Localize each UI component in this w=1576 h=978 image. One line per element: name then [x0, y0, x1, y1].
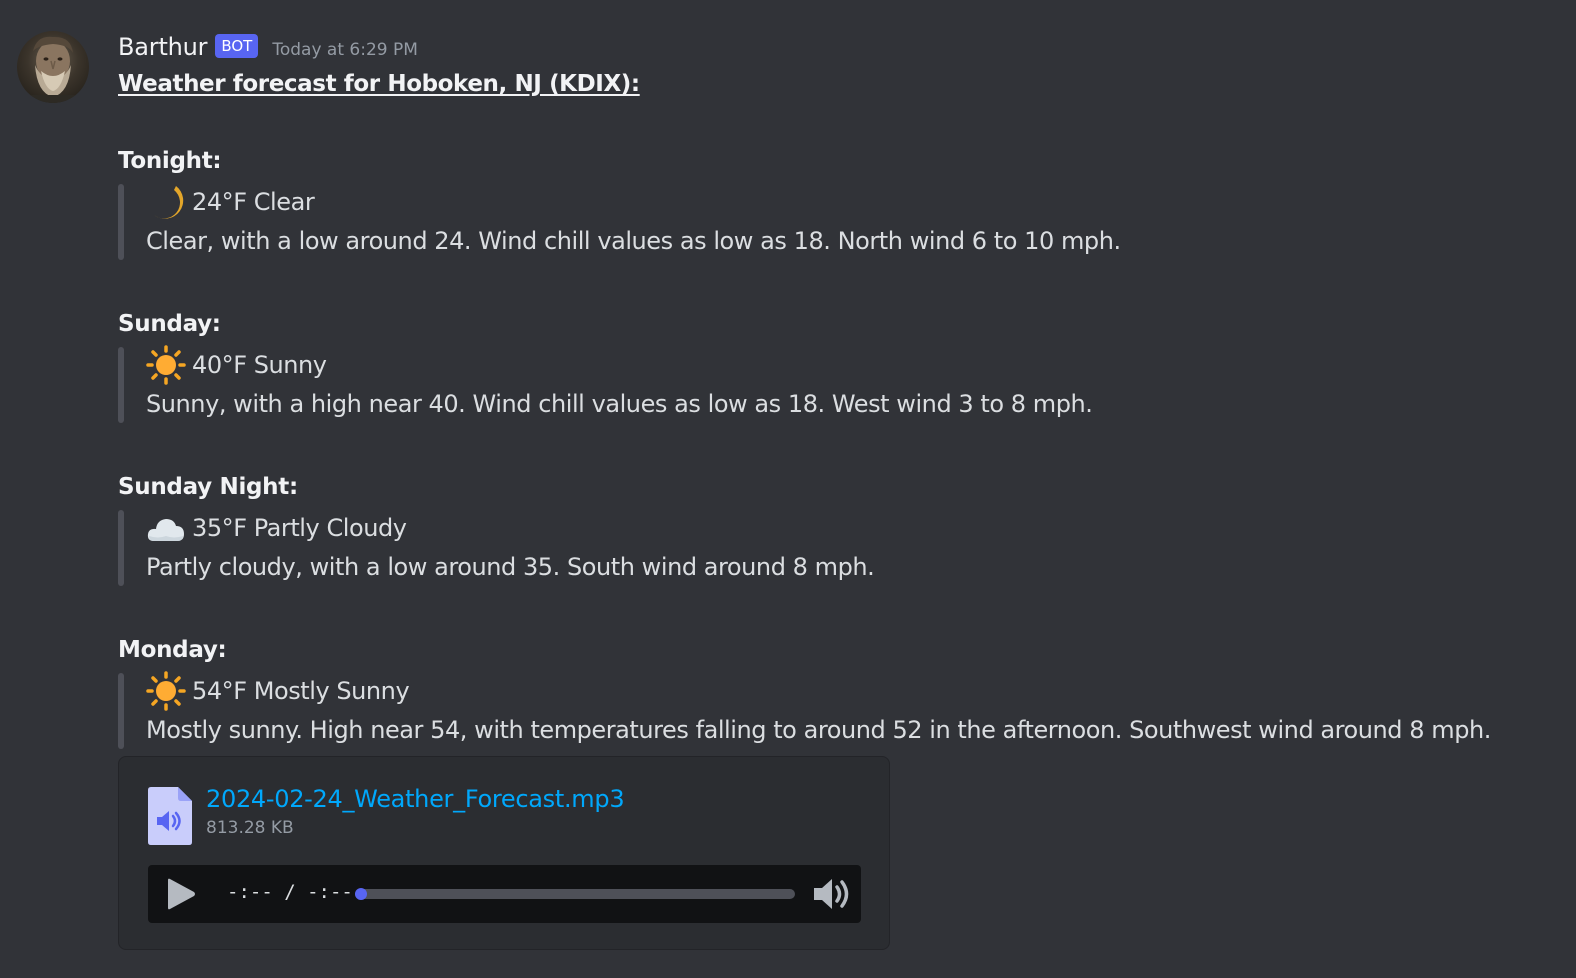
chat-message: Barthur BOT Today at 6:29 PM Weather for…: [0, 0, 1576, 978]
crescent-moon-icon: [146, 182, 186, 222]
forecast-summary: 54°F Mostly Sunny: [146, 671, 1576, 711]
blockquote: 54°F Mostly Sunny Mostly sunny. High nea…: [118, 671, 1576, 750]
sun-icon: [146, 671, 186, 711]
forecast-period-tonight: Tonight: 24°F Clear Clear, with a low ar…: [118, 147, 1576, 261]
forecast-detail: Mostly sunny. High near 54, with tempera…: [146, 716, 1491, 744]
period-name: Tonight:: [118, 148, 222, 174]
period-name: Sunday:: [118, 311, 221, 337]
quote-bar: [118, 510, 124, 586]
volume-icon[interactable]: [812, 875, 852, 913]
audio-file-icon: [148, 787, 192, 845]
summary-text: 54°F Mostly Sunny: [192, 676, 410, 705]
summary-text: 24°F Clear: [192, 187, 315, 216]
period-name: Sunday Night:: [118, 474, 298, 500]
forecast-period-monday: Monday: 54°F Mostly Sunny Mostly sunny. …: [118, 636, 1576, 750]
forecast-summary: 35°F Partly Cloudy: [146, 508, 1576, 548]
blockquote: 24°F Clear Clear, with a low around 24. …: [118, 182, 1576, 261]
forecast-period-sunday: Sunday: 40°F Sunny Sunny, with a high ne…: [118, 310, 1576, 424]
forecast-detail: Partly cloudy, with a low around 35. Sou…: [146, 553, 875, 581]
forecast-detail: Clear, with a low around 24. Wind chill …: [146, 227, 1121, 255]
forecast-summary: 24°F Clear: [146, 182, 1576, 222]
time-display: -:-- / -:--: [227, 881, 353, 903]
quote-bar: [118, 673, 124, 749]
message-timestamp[interactable]: Today at 6:29 PM: [272, 40, 418, 60]
blockquote: 35°F Partly Cloudy Partly cloudy, with a…: [118, 508, 1576, 587]
avatar[interactable]: [17, 31, 89, 103]
audio-attachment: 2024-02-24_Weather_Forecast.mp3 813.28 K…: [118, 756, 890, 950]
file-size: 813.28 KB: [206, 818, 294, 838]
progress-bar[interactable]: [355, 888, 795, 900]
play-icon[interactable]: [164, 878, 196, 910]
file-name-link[interactable]: 2024-02-24_Weather_Forecast.mp3: [206, 785, 625, 813]
period-name: Monday:: [118, 637, 227, 663]
summary-text: 40°F Sunny: [192, 350, 327, 379]
cloud-icon: [146, 508, 186, 548]
forecast-period-sunday-night: Sunday Night: 35°F Partly Cloudy Partly …: [118, 473, 1576, 587]
message-header: Barthur BOT Today at 6:29 PM: [118, 28, 1576, 66]
progress-handle[interactable]: [355, 888, 367, 900]
sun-icon: [146, 345, 186, 385]
message-content: Barthur BOT Today at 6:29 PM Weather for…: [118, 28, 1576, 750]
username[interactable]: Barthur: [118, 33, 208, 61]
forecast-summary: 40°F Sunny: [146, 345, 1576, 385]
bot-badge: BOT: [215, 34, 259, 58]
quote-bar: [118, 347, 124, 423]
summary-text: 35°F Partly Cloudy: [192, 513, 407, 542]
blockquote: 40°F Sunny Sunny, with a high near 40. W…: [118, 345, 1576, 424]
forecast-title: Weather forecast for Hoboken, NJ (KDIX):: [118, 71, 640, 97]
quote-bar: [118, 184, 124, 260]
audio-player: -:-- / -:--: [148, 865, 861, 923]
forecast-detail: Sunny, with a high near 40. Wind chill v…: [146, 390, 1093, 418]
